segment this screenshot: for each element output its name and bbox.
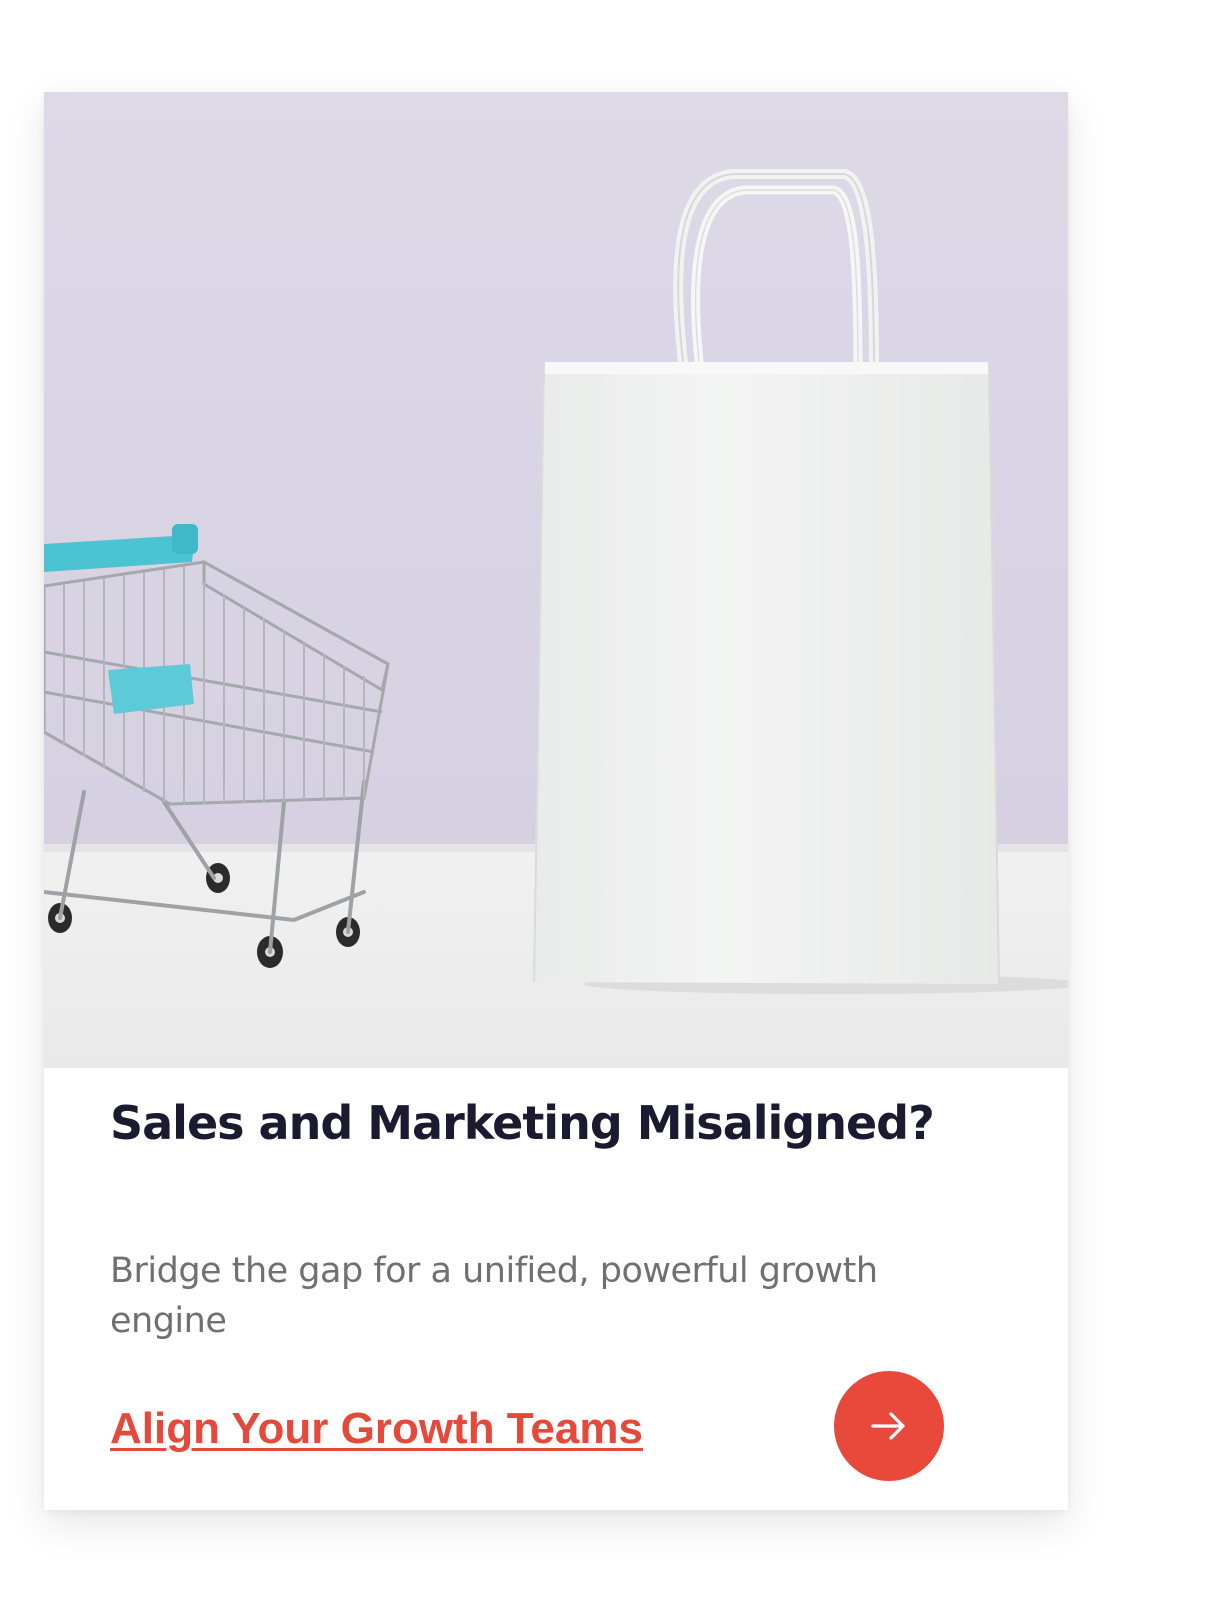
arrow-right-icon xyxy=(870,1411,908,1441)
align-growth-teams-link[interactable]: Align Your Growth Teams xyxy=(110,1402,643,1456)
hero-image xyxy=(44,92,1068,1068)
card-title: Sales and Marketing Misaligned? xyxy=(110,1096,935,1150)
arrow-button[interactable] xyxy=(834,1371,944,1481)
card-description: Bridge the gap for a unified, powerful g… xyxy=(110,1251,878,1341)
promo-card: Sales and Marketing Misaligned? Bridge t… xyxy=(44,92,1068,1510)
